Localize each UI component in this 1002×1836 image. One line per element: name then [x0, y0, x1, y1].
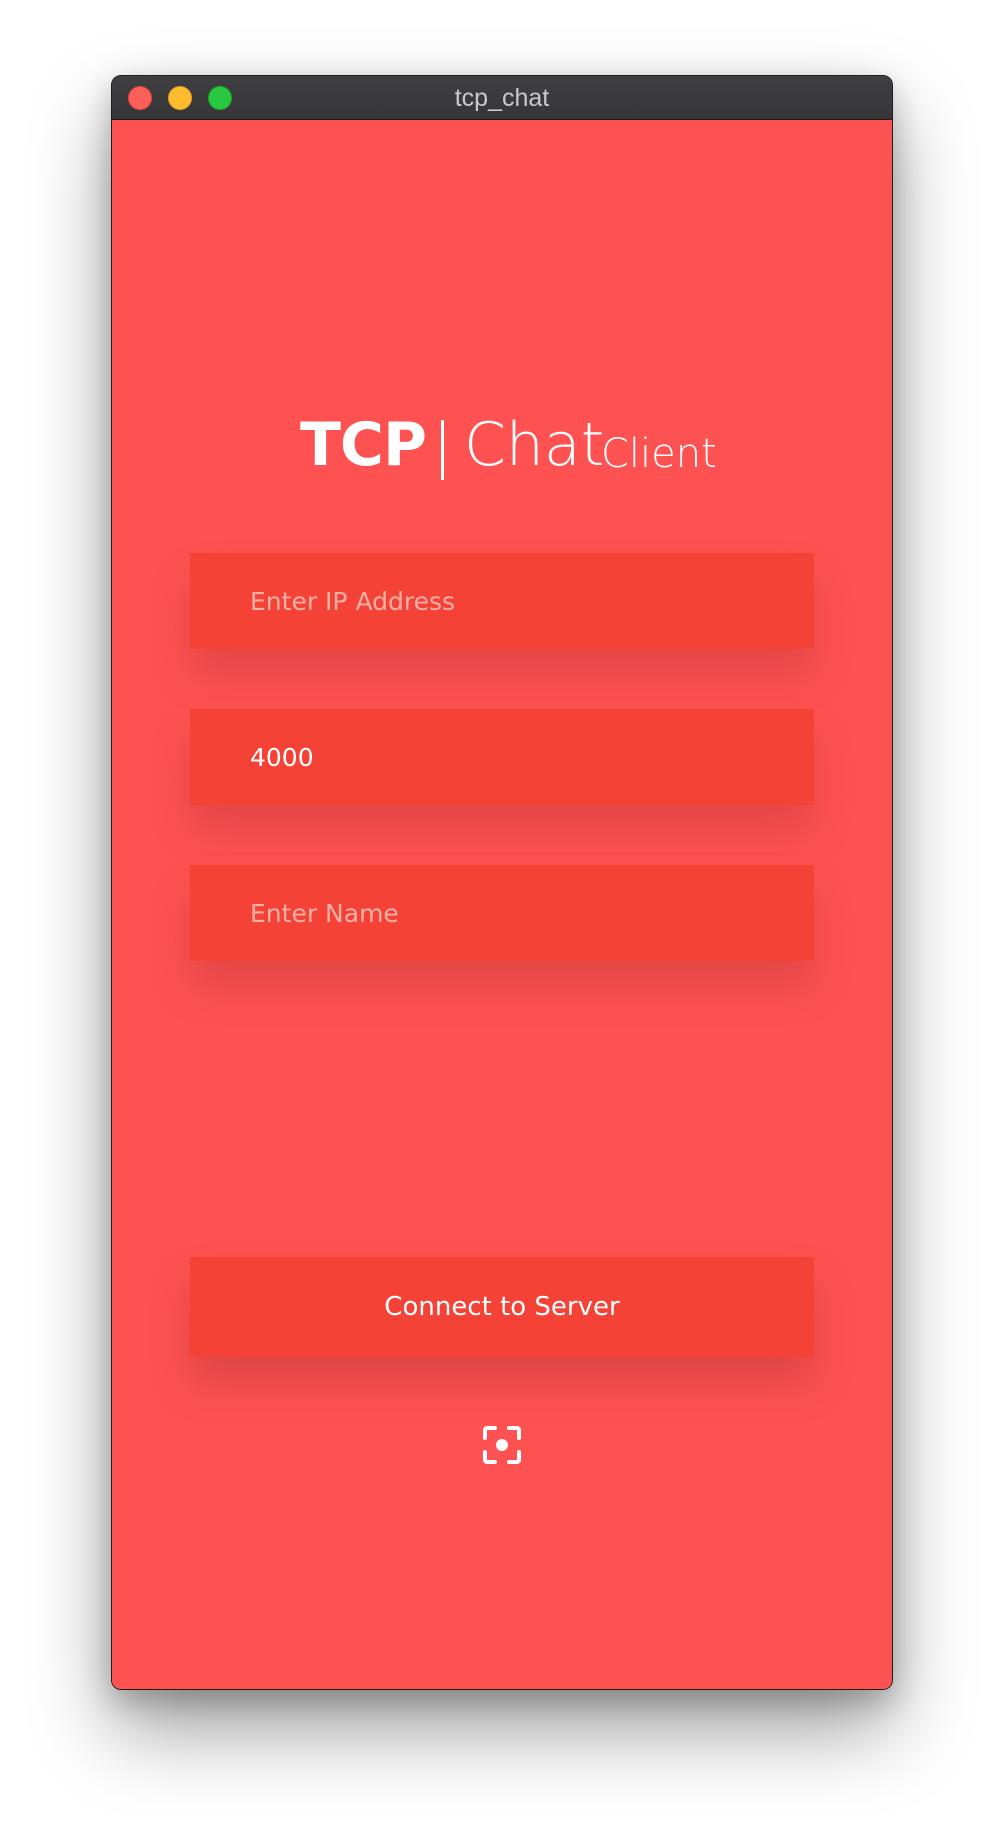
login-screen: TCP Chat Client Connect to Server	[112, 120, 892, 1689]
window-title: tcp_chat	[454, 84, 550, 112]
app-logo: TCP Chat Client	[112, 410, 892, 540]
ip-address-input[interactable]	[250, 586, 814, 616]
stage: tcp_chat TCP Chat Client Connect to Serv…	[0, 0, 1002, 1836]
port-field[interactable]	[190, 709, 814, 805]
connect-to-server-button[interactable]: Connect to Server	[190, 1257, 814, 1357]
name-input[interactable]	[250, 898, 814, 928]
logo-chat-text: Chat	[464, 410, 605, 480]
name-field[interactable]	[190, 865, 814, 961]
ip-address-field[interactable]	[190, 553, 814, 649]
logo-divider	[441, 420, 444, 480]
title-bar[interactable]: tcp_chat	[112, 76, 892, 120]
screenshot-icon[interactable]	[482, 1425, 522, 1465]
port-input[interactable]	[250, 742, 814, 772]
app-window: tcp_chat TCP Chat Client Connect to Serv…	[111, 75, 893, 1690]
logo-tcp-text: TCP	[300, 410, 427, 480]
logo-client-text: Client	[601, 431, 717, 477]
